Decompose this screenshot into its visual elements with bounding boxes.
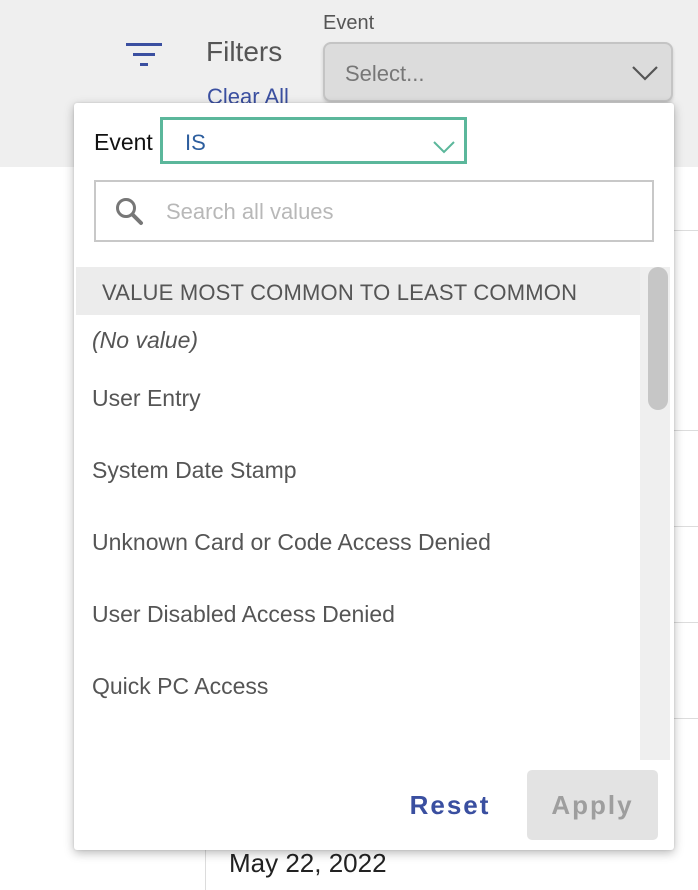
- event-select[interactable]: Select...: [323, 42, 673, 102]
- filters-title: Filters: [206, 36, 283, 67]
- background-divider: [674, 526, 698, 527]
- background-divider: [674, 718, 698, 719]
- event-select-placeholder: Select...: [345, 61, 425, 86]
- background-divider: [674, 622, 698, 623]
- background-divider: [674, 430, 698, 431]
- list-item[interactable]: Quick PC Access: [76, 659, 640, 731]
- list-item[interactable]: User Disabled Access Denied: [76, 587, 640, 659]
- condition-field-label: Event: [94, 129, 153, 155]
- chevron-down-icon: [632, 66, 658, 81]
- values-list[interactable]: VALUE MOST COMMON TO LEAST COMMON (No va…: [76, 267, 640, 760]
- search-values-input[interactable]: [164, 192, 638, 232]
- filter-dropdown-panel: Event IS VALUE MOST COMMON TO LEAST COMM…: [74, 103, 674, 850]
- list-item[interactable]: Unknown Card or Code Access Denied: [76, 515, 640, 587]
- values-scrollbar[interactable]: [640, 267, 670, 760]
- search-values-box: [94, 180, 654, 242]
- background-divider: [674, 230, 698, 231]
- apply-button[interactable]: Apply: [527, 770, 658, 840]
- list-item[interactable]: System Date Stamp: [76, 443, 640, 515]
- chevron-down-icon: [433, 141, 455, 154]
- condition-select[interactable]: IS: [160, 117, 467, 164]
- filter-icon[interactable]: [124, 40, 164, 70]
- condition-select-value: IS: [185, 130, 206, 155]
- list-item[interactable]: User Entry: [76, 371, 640, 443]
- reset-button[interactable]: Reset: [390, 770, 510, 840]
- search-icon: [116, 198, 143, 225]
- scrollbar-thumb[interactable]: [648, 267, 668, 410]
- values-list-header: VALUE MOST COMMON TO LEAST COMMON: [76, 267, 640, 315]
- list-item-no-value[interactable]: (No value): [76, 315, 640, 371]
- background-date: May 22, 2022: [229, 848, 387, 878]
- event-field-label: Event: [323, 12, 375, 34]
